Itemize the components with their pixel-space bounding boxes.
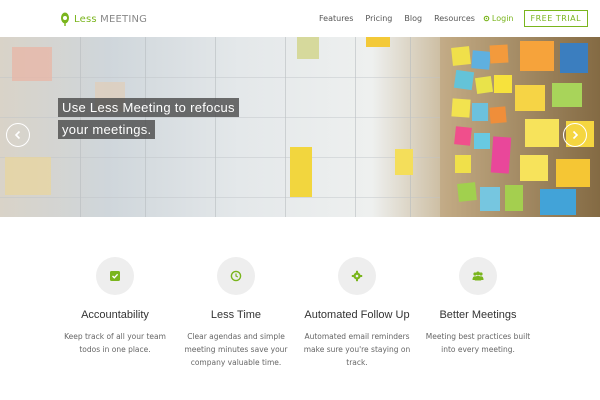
whiteboard-line [0,157,440,158]
brand-name: Less MEETING [74,13,148,25]
sticky-note [480,187,500,211]
nav-item-pricing[interactable]: Pricing [365,14,392,23]
sticky-note [474,133,490,149]
feature-description: Clear agendas and simple meeting minutes… [184,332,288,367]
sticky-note [494,75,512,93]
sticky-note [455,155,471,173]
leaf-icon [61,12,69,26]
sticky-note [515,85,545,111]
sticky-note [12,47,52,81]
hero-caption-line: your meetings. [58,120,156,139]
feature-better-meetings: Better Meetings Meeting best practices b… [418,257,538,356]
sticky-note [552,83,582,107]
sticky-note [5,157,51,195]
feature-less-time: Less Time Clear agendas and simple meeti… [176,257,296,369]
sticky-note [474,75,494,95]
logo[interactable]: Less MEETING [60,11,147,27]
sticky-note [453,69,475,91]
feature-title: Automated Follow Up [304,309,410,321]
whiteboard-line [0,197,440,198]
hero-caption-line: Use Less Meeting to refocus [58,98,239,117]
hero-caption: Use Less Meeting to refocus your meeting… [58,97,239,141]
sticky-note [489,106,507,124]
feature-description: Automated email reminders make sure you'… [303,332,411,367]
sticky-note [297,37,319,59]
feature-icon-circle [96,257,134,295]
feature-description: Keep track of all your team todos in one… [64,332,166,354]
feature-title: Accountability [81,309,149,321]
sticky-note [472,103,488,121]
sticky-note [489,44,509,64]
chevron-right-icon [572,130,579,140]
feature-icon-circle [338,257,376,295]
feature-accountability: Accountability Keep track of all your te… [55,257,175,356]
nav-item-blog[interactable]: Blog [404,14,422,23]
sticky-note [556,159,590,187]
feature-automated-follow-up: Automated Follow Up Automated email remi… [297,257,417,369]
free-trial-button[interactable]: FREE TRIAL [523,10,589,27]
sticky-note [395,149,413,175]
sticky-note [451,46,471,66]
nav-item-features[interactable]: Features [319,14,353,23]
sticky-note [505,185,523,211]
feature-description: Meeting best practices built into every … [425,332,531,354]
feature-icon-circle [217,257,255,295]
whiteboard-line [355,37,356,217]
people-icon [472,271,484,281]
slider-prev-button[interactable] [6,123,30,147]
site-header: Less MEETING Features Pricing Blog Resou… [0,0,600,37]
sticky-note [540,189,576,215]
sticky-note [471,50,491,70]
sticky-note [451,98,471,118]
sticky-note [454,126,472,146]
sticky-note [560,43,588,73]
hero-slider: Use Less Meeting to refocus your meeting… [0,37,600,217]
clock-icon [230,270,242,282]
whiteboard-line [410,37,411,217]
sticky-note [490,136,512,174]
whiteboard-line [0,77,440,78]
main-nav: Features Pricing Blog Resources Login FR… [307,0,589,37]
feature-title: Less Time [210,309,262,321]
whiteboard-line [285,37,286,217]
sticky-note [520,41,554,71]
gear-icon [351,270,363,282]
features-section: Accountability Keep track of all your te… [0,217,600,400]
sticky-note [525,119,559,147]
sticky-note [366,37,390,47]
slider-next-button[interactable] [563,123,587,147]
checkbox-icon [110,271,120,281]
feature-icon-circle [459,257,497,295]
feature-title: Better Meetings [439,309,517,321]
sticky-note [457,182,477,202]
chevron-left-icon [14,130,21,140]
sticky-note [520,155,548,181]
sticky-note [290,147,312,197]
nav-item-resources[interactable]: Resources [434,14,475,23]
login-label: Login [491,14,514,23]
gear-icon [483,15,490,22]
login-link[interactable]: Login [483,14,514,23]
